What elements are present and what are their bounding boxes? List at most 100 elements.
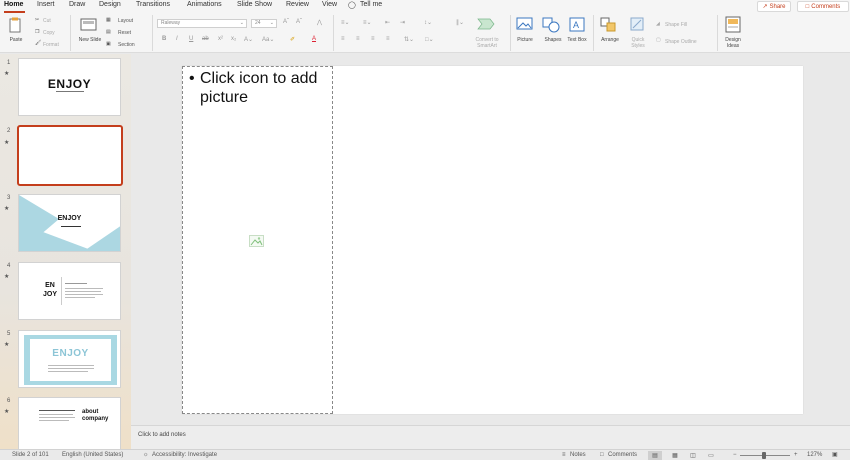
change-case-icon[interactable]: Aa⌄ [262, 36, 274, 43]
tab-insert[interactable]: Insert [37, 1, 55, 8]
align-right-icon[interactable]: ≡ [371, 36, 375, 42]
justify-icon[interactable]: ≡ [386, 36, 390, 42]
current-slide[interactable]: • Click icon to add picture [182, 66, 803, 414]
zoom-slider-thumb[interactable] [762, 452, 766, 459]
picture-placeholder[interactable]: • Click icon to add picture [182, 66, 333, 414]
tab-tell-me[interactable]: Tell me [360, 1, 382, 8]
share-button[interactable]: ↗ Share [757, 1, 791, 12]
slide-thumbnail-5[interactable]: ENJOY [18, 330, 121, 388]
align-text-icon[interactable]: □⌄ [425, 36, 434, 43]
format-painter-button[interactable]: Format [43, 42, 59, 48]
align-center-icon[interactable]: ≡ [356, 36, 360, 42]
text-box-button[interactable]: Text Box [566, 37, 588, 43]
tab-transitions[interactable]: Transitions [136, 1, 170, 8]
design-ideas-icon[interactable] [725, 16, 741, 34]
paste-button[interactable]: Paste [4, 37, 28, 43]
shape-outline-icon[interactable]: ▢ [656, 37, 661, 43]
copy-icon[interactable]: ❐ [35, 29, 39, 35]
shapes-button[interactable]: Shapes [540, 37, 566, 43]
tab-design[interactable]: Design [99, 1, 121, 8]
format-painter-icon[interactable]: 🖌 [35, 40, 41, 46]
new-slide-icon[interactable] [80, 17, 98, 33]
tab-draw[interactable]: Draw [69, 1, 85, 8]
convert-smartart-button[interactable]: Convert to SmartArt [470, 37, 504, 49]
slide-show-button[interactable]: ▭ [704, 451, 718, 460]
zoom-out-icon[interactable]: − [733, 452, 737, 459]
quick-styles-icon[interactable] [630, 17, 646, 33]
shape-fill-icon[interactable]: ◢ [656, 21, 660, 27]
grow-font-icon[interactable]: Aˆ [283, 19, 289, 25]
comments-toggle[interactable]: Comments [608, 452, 637, 459]
quick-styles-button[interactable]: Quick Styles [625, 37, 651, 49]
italic-icon[interactable]: I [176, 36, 178, 42]
text-effects-icon[interactable]: A⌄ [244, 36, 253, 43]
superscript-icon[interactable]: x² [218, 36, 223, 42]
comments-button[interactable]: □ Comments [797, 1, 849, 12]
layout-button[interactable]: Layout [118, 18, 133, 24]
slide-thumbnail-1[interactable]: ENJOY [18, 58, 121, 116]
text-direction-icon[interactable]: ⇅⌄ [404, 36, 414, 43]
section-button[interactable]: Section [118, 42, 135, 48]
tab-slide-show[interactable]: Slide Show [237, 1, 272, 8]
paste-icon[interactable] [7, 17, 23, 33]
lightbulb-icon: ◯ [348, 2, 356, 9]
reset-button[interactable]: Reset [118, 30, 131, 36]
font-color-icon[interactable]: A [312, 36, 316, 42]
line-spacing-icon[interactable]: ↕⌄ [424, 19, 432, 26]
slide-sorter-button[interactable]: ▦ [668, 451, 682, 460]
shapes-icon[interactable] [542, 17, 562, 33]
bullets-icon[interactable]: ≡⌄ [341, 19, 350, 26]
section-icon[interactable]: ▣ [106, 41, 111, 47]
normal-view-button[interactable]: ▤ [648, 451, 662, 460]
shape-fill-button[interactable]: Shape Fill [665, 22, 687, 28]
text-box-icon[interactable]: A [569, 17, 585, 33]
picture-icon[interactable] [516, 17, 534, 31]
slide-thumbnail-4[interactable]: EN JOY [18, 262, 121, 320]
align-left-icon[interactable]: ≡ [341, 36, 345, 42]
subscript-icon[interactable]: x₂ [231, 36, 236, 42]
tab-animations[interactable]: Animations [187, 1, 222, 8]
font-size-select[interactable]: 24 ⌄ [251, 19, 277, 28]
zoom-level[interactable]: 127% [807, 452, 822, 459]
increase-indent-icon[interactable]: ⇥ [400, 19, 405, 26]
copy-button[interactable]: Copy [43, 30, 55, 36]
new-slide-button[interactable]: New Slide [78, 37, 102, 43]
shape-outline-button[interactable]: Shape Outline [665, 39, 697, 45]
bold-icon[interactable]: B [162, 36, 166, 42]
notes-pane[interactable]: Click to add notes [131, 425, 850, 449]
strikethrough-icon[interactable]: ab [202, 36, 209, 42]
arrange-button[interactable]: Arrange [597, 37, 623, 43]
smartart-icon[interactable] [476, 17, 496, 31]
cut-icon[interactable]: ✂ [35, 17, 39, 23]
cut-button[interactable]: Cut [43, 18, 51, 24]
notes-toggle[interactable]: Notes [570, 452, 586, 459]
decrease-indent-icon[interactable]: ⇤ [385, 19, 390, 26]
columns-icon[interactable]: ∥⌄ [456, 19, 464, 26]
notes-placeholder[interactable]: Click to add notes [138, 432, 186, 438]
design-ideas-button[interactable]: Design Ideas [720, 37, 746, 49]
picture-button[interactable]: Picture [513, 37, 537, 43]
tab-view[interactable]: View [322, 1, 337, 8]
slide-thumbnail-6[interactable]: about company [18, 397, 121, 449]
underline-icon[interactable]: U [189, 36, 193, 42]
font-name-select[interactable]: Raleway ⌄ [157, 19, 247, 28]
accessibility-status[interactable]: Accessibility: Investigate [152, 452, 217, 459]
reset-icon[interactable]: ▤ [106, 29, 111, 35]
layout-icon[interactable]: ▦ [106, 17, 111, 23]
zoom-in-icon[interactable]: + [794, 452, 798, 459]
highlight-icon[interactable]: ✐ [290, 36, 295, 43]
slide-thumbnail-2[interactable] [17, 125, 123, 186]
normal-view-icon: ▤ [652, 453, 658, 459]
reading-view-button[interactable]: ◫ [686, 451, 700, 460]
language-indicator[interactable]: English (United States) [62, 452, 123, 459]
tab-review[interactable]: Review [286, 1, 309, 8]
shrink-font-icon[interactable]: Aˇ [296, 19, 302, 25]
slide-thumbnail-3[interactable]: ENJOY [18, 194, 121, 252]
placeholder-text[interactable]: • Click icon to add picture [189, 69, 317, 107]
fit-slide-icon[interactable]: ▣ [832, 452, 838, 459]
insert-picture-icon[interactable] [249, 234, 264, 247]
arrange-icon[interactable] [600, 17, 618, 33]
clear-formatting-icon[interactable]: ⋀ [317, 19, 322, 26]
tab-home[interactable]: Home [4, 1, 23, 8]
numbering-icon[interactable]: ≡⌄ [363, 19, 372, 26]
